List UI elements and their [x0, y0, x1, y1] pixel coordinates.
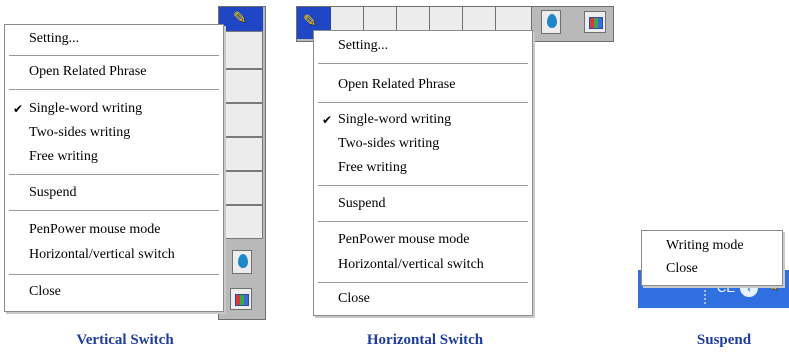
menu-separator [318, 63, 528, 64]
drop-icon[interactable] [232, 250, 252, 274]
menu-item-suspend-label: Suspend [338, 196, 386, 211]
menu-item-two-sides-writing-label: Two-sides writing [29, 125, 131, 140]
menu-separator [9, 274, 219, 275]
menu-item-penpower-mouse-mode-label: PenPower mouse mode [29, 222, 161, 237]
menu-item-two-sides-writing-label: Two-sides writing [338, 136, 440, 151]
caption-horizontal-switch: Horizontal Switch [366, 332, 484, 348]
menu-item-free-writing-label: Free writing [338, 160, 407, 175]
menu-separator [9, 55, 219, 56]
menu-item-setting-label: Setting... [338, 38, 389, 53]
menu-item-setting[interactable]: Setting... [314, 35, 532, 57]
menu-item-open-related-phrase-label: Open Related Phrase [338, 77, 456, 92]
menu-item-two-sides-writing[interactable]: Two-sides writing [314, 133, 532, 155]
vertical-cell-6[interactable] [219, 205, 263, 239]
menu-item-writing-mode[interactable]: Writing mode [642, 235, 782, 257]
menu-separator [318, 185, 528, 186]
horizontal-context-menu: Setting... Open Related Phrase ✔ Single-… [313, 30, 533, 316]
menu-item-suspend[interactable]: Suspend [314, 193, 532, 215]
menu-item-single-word-writing[interactable]: ✔ Single-word writing [314, 109, 532, 131]
menu-item-penpower-mouse-mode[interactable]: PenPower mouse mode [5, 219, 223, 241]
pen-icon: ✎ [303, 13, 317, 30]
menu-item-close[interactable]: Close [642, 258, 782, 280]
menu-item-horizontal-vertical-switch-label: Horizontal/vertical switch [29, 247, 175, 262]
menu-item-horizontal-vertical-switch-label: Horizontal/vertical switch [338, 257, 484, 272]
menu-item-free-writing[interactable]: Free writing [5, 146, 223, 168]
menu-item-close-label: Close [338, 291, 370, 306]
menu-item-close-label: Close [666, 261, 698, 276]
menu-item-open-related-phrase[interactable]: Open Related Phrase [314, 74, 532, 96]
menu-item-suspend-label: Suspend [29, 185, 77, 200]
menu-item-setting-label: Setting... [29, 31, 80, 46]
pen-icon: ✎ [233, 10, 247, 27]
vertical-cell-1[interactable] [219, 31, 263, 69]
menu-item-suspend[interactable]: Suspend [5, 182, 223, 204]
drop-icon[interactable] [541, 10, 561, 34]
menu-item-penpower-mouse-mode[interactable]: PenPower mouse mode [314, 229, 532, 251]
suspend-context-menu: Writing mode Close [641, 230, 783, 286]
vertical-cell-4[interactable] [219, 137, 263, 171]
vertical-context-menu: Setting... Open Related Phrase ✔ Single-… [4, 24, 224, 312]
caption-vertical-switch: Vertical Switch [76, 332, 174, 348]
vertical-cell-3[interactable] [219, 103, 263, 137]
pen-button[interactable]: ✎ [219, 7, 263, 31]
vertical-cell-5[interactable] [219, 171, 263, 205]
menu-item-horizontal-vertical-switch[interactable]: Horizontal/vertical switch [5, 244, 223, 266]
menu-item-close-label: Close [29, 284, 61, 299]
menu-item-open-related-phrase-label: Open Related Phrase [29, 64, 147, 79]
menu-item-single-word-writing-label: Single-word writing [338, 112, 452, 127]
menu-item-penpower-mouse-mode-label: PenPower mouse mode [338, 232, 470, 247]
vertical-cell-2[interactable] [219, 69, 263, 103]
menu-item-free-writing[interactable]: Free writing [314, 157, 532, 179]
menu-item-setting[interactable]: Setting... [5, 28, 223, 50]
menu-item-horizontal-vertical-switch[interactable]: Horizontal/vertical switch [314, 254, 532, 276]
menu-separator [9, 174, 219, 175]
menu-item-two-sides-writing[interactable]: Two-sides writing [5, 122, 223, 144]
menu-item-single-word-writing-label: Single-word writing [29, 101, 143, 116]
palette-icon[interactable] [230, 288, 252, 310]
menu-item-close[interactable]: Close [5, 281, 223, 303]
menu-item-close[interactable]: Close [314, 288, 532, 310]
palette-icon[interactable] [584, 11, 606, 33]
menu-separator [318, 221, 528, 222]
menu-separator [9, 89, 219, 90]
check-icon: ✔ [13, 102, 24, 116]
menu-item-single-word-writing[interactable]: ✔ Single-word writing [5, 98, 223, 120]
caption-suspend: Suspend [696, 332, 752, 348]
menu-item-free-writing-label: Free writing [29, 149, 98, 164]
menu-separator [318, 102, 528, 103]
menu-item-open-related-phrase[interactable]: Open Related Phrase [5, 61, 223, 83]
check-icon: ✔ [322, 113, 333, 127]
menu-separator [9, 210, 219, 211]
menu-item-writing-mode-label: Writing mode [666, 238, 744, 253]
menu-separator [318, 282, 528, 283]
